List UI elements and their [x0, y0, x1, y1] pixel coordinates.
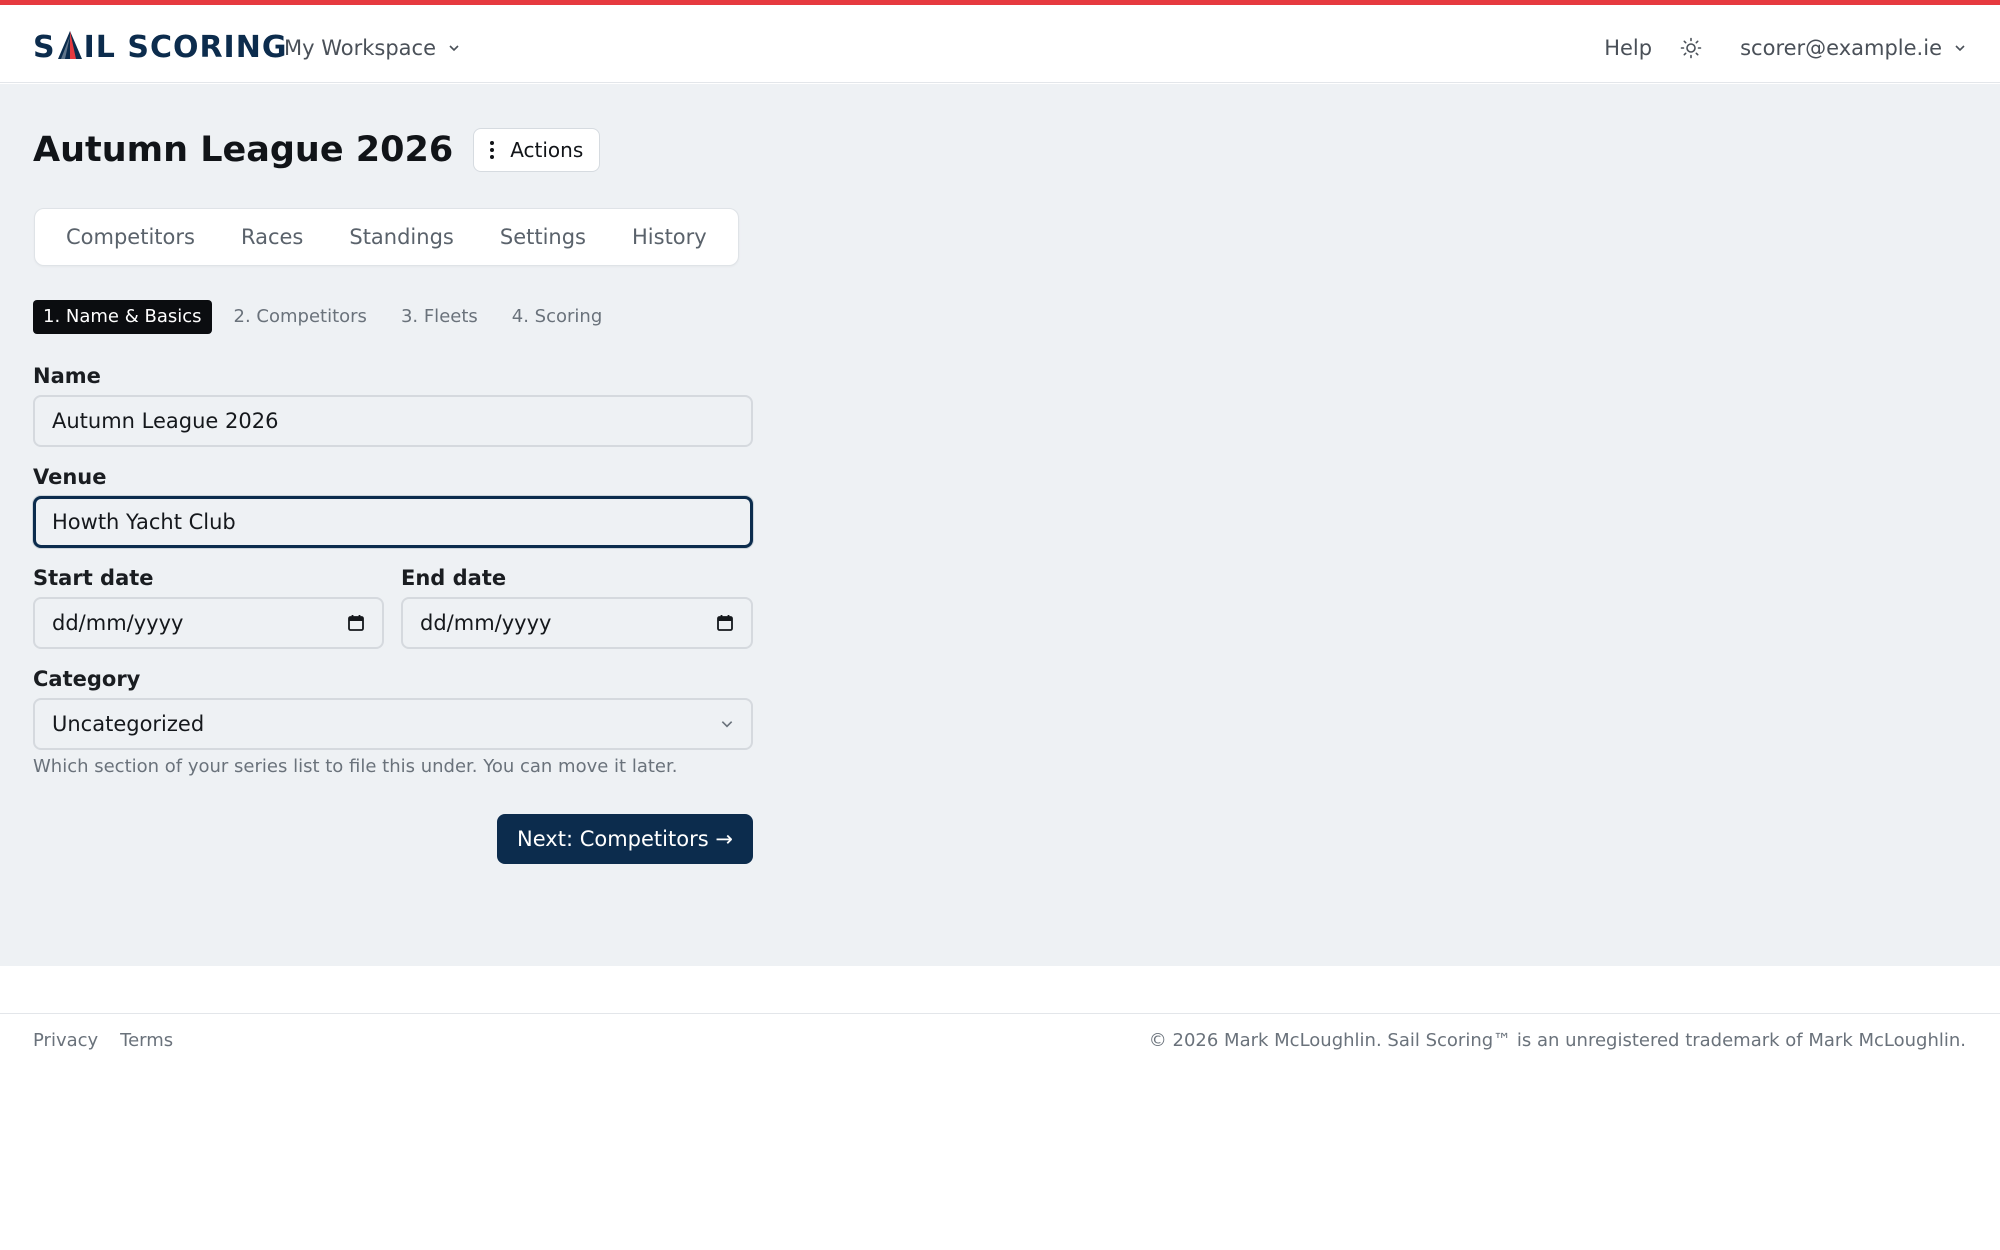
start-date-label: Start date: [33, 566, 154, 590]
footer-divider: [0, 1013, 2000, 1014]
step-scoring[interactable]: 4. Scoring: [502, 300, 612, 334]
top-navbar: S IL SCORING My Workspace Help scorer@ex…: [0, 5, 2000, 83]
wizard-steps: 1. Name & Basics 2. Competitors 3. Fleet…: [33, 300, 626, 334]
copyright-text: © 2026 Mark McLoughlin. Sail Scoring™ is…: [1148, 1030, 1966, 1051]
page-title: Autumn League 2026: [33, 130, 454, 170]
logo-text-start: S: [33, 29, 56, 65]
category-hint: Which section of your series list to fil…: [33, 756, 678, 777]
category-select[interactable]: Uncategorized: [33, 698, 753, 750]
help-link[interactable]: Help: [1604, 36, 1652, 60]
navbar-right: Help scorer@example.ie: [1604, 30, 1966, 66]
chevron-down-icon: [449, 45, 459, 52]
workspace-switcher[interactable]: My Workspace: [284, 30, 460, 66]
sail-scoring-logo[interactable]: S IL SCORING: [33, 27, 287, 67]
step-fleets[interactable]: 3. Fleets: [391, 300, 488, 334]
start-date-input[interactable]: dd/mm/yyyy: [33, 597, 384, 649]
sail-logo-icon: [57, 30, 82, 59]
chevron-down-icon: [721, 721, 733, 728]
user-menu[interactable]: scorer@example.ie: [1740, 36, 1966, 60]
logo-text-end: IL SCORING: [83, 29, 288, 65]
start-date-placeholder: dd/mm/yyyy: [52, 611, 184, 635]
terms-link[interactable]: Terms: [120, 1030, 173, 1051]
calendar-icon[interactable]: [347, 614, 365, 632]
kebab-icon: [490, 141, 495, 159]
step-name-basics[interactable]: 1. Name & Basics: [33, 300, 212, 334]
name-label: Name: [33, 364, 101, 388]
name-value: Autumn League 2026: [52, 409, 279, 433]
category-label: Category: [33, 667, 141, 691]
venue-value: Howth Yacht Club: [52, 510, 236, 534]
actions-label: Actions: [510, 138, 584, 162]
page-header: Autumn League 2026 Actions: [33, 128, 601, 172]
sun-icon[interactable]: [1680, 37, 1702, 59]
name-input[interactable]: Autumn League 2026: [33, 395, 753, 447]
end-date-placeholder: dd/mm/yyyy: [420, 611, 552, 635]
step-competitors[interactable]: 2. Competitors: [224, 300, 377, 334]
user-email: scorer@example.ie: [1740, 36, 1942, 60]
footer-links: Privacy Terms: [33, 1030, 173, 1051]
tab-history[interactable]: History: [609, 209, 730, 265]
tab-standings[interactable]: Standings: [326, 209, 477, 265]
tab-competitors[interactable]: Competitors: [43, 209, 218, 265]
calendar-icon[interactable]: [716, 614, 734, 632]
category-value: Uncategorized: [52, 712, 205, 736]
tab-settings[interactable]: Settings: [477, 209, 609, 265]
tab-races[interactable]: Races: [218, 209, 326, 265]
privacy-link[interactable]: Privacy: [33, 1030, 98, 1051]
main-content: Autumn League 2026 Actions Competitors R…: [0, 84, 2000, 966]
workspace-label: My Workspace: [284, 36, 437, 60]
venue-label: Venue: [33, 465, 107, 489]
venue-input[interactable]: Howth Yacht Club: [33, 496, 753, 548]
end-date-label: End date: [401, 566, 507, 590]
next-competitors-button[interactable]: Next: Competitors →: [497, 814, 753, 864]
series-tabs: Competitors Races Standings Settings His…: [34, 208, 739, 266]
end-date-input[interactable]: dd/mm/yyyy: [401, 597, 753, 649]
actions-button[interactable]: Actions: [473, 128, 601, 172]
chevron-down-icon: [1955, 45, 1965, 52]
